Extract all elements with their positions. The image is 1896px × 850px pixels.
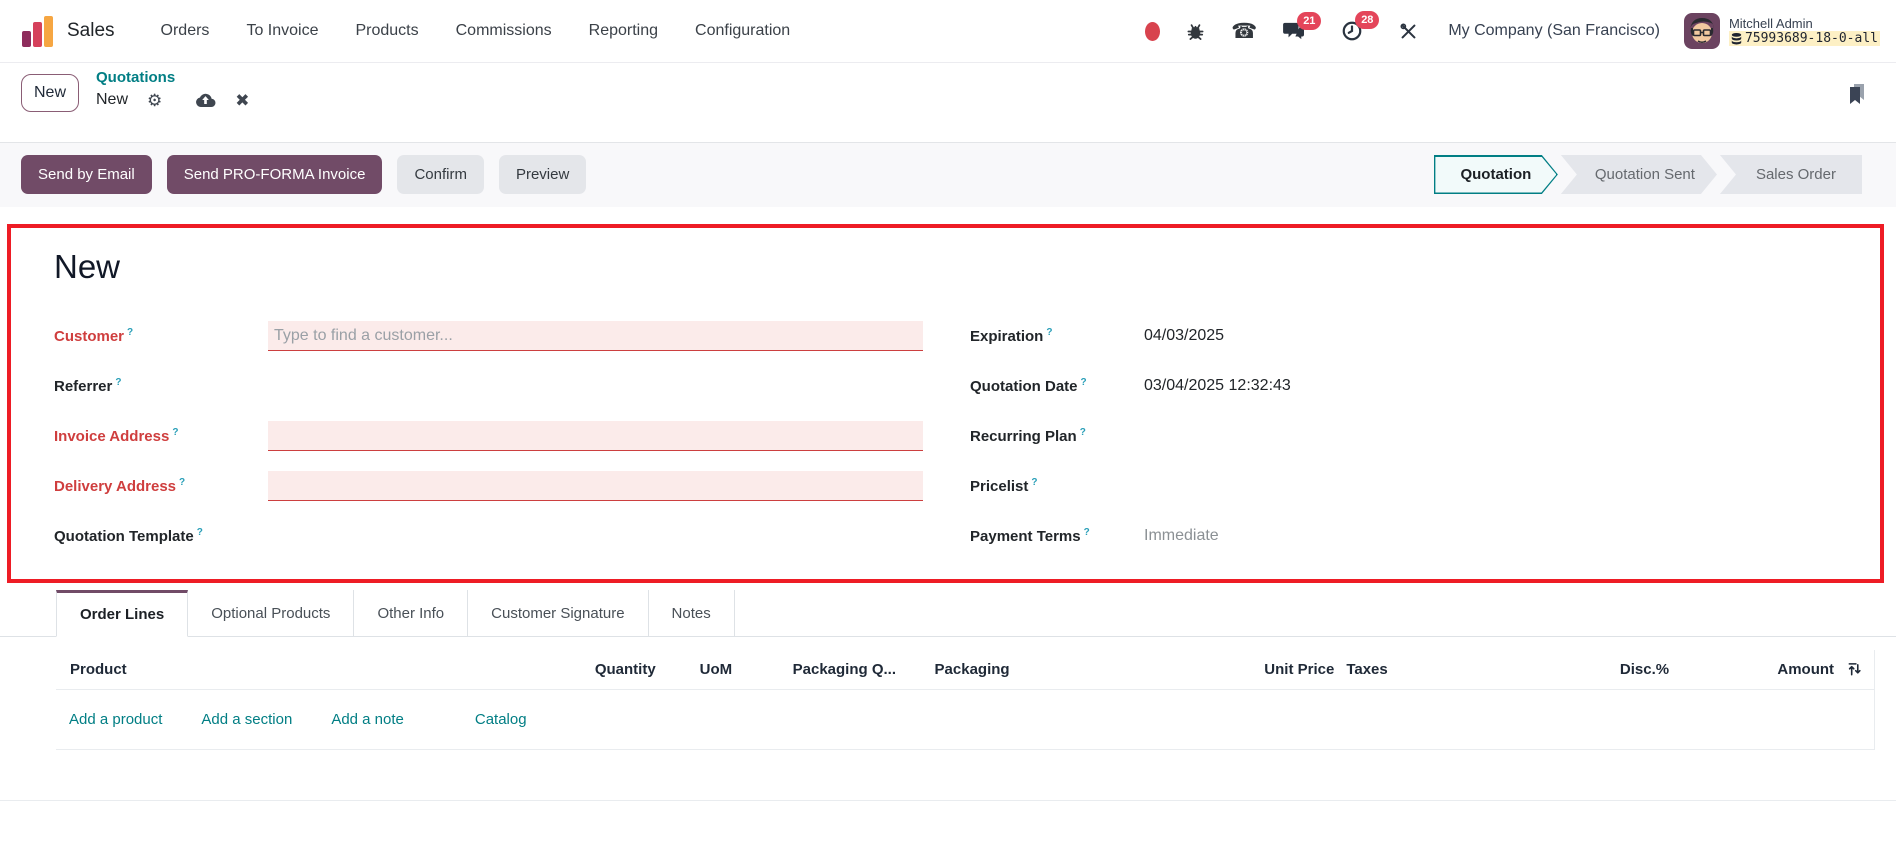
nav-item-products[interactable]: Products	[355, 22, 418, 40]
help-marker: ?	[172, 427, 179, 438]
recurring-plan-label: Recurring Plan?	[970, 427, 1086, 445]
database-icon	[1731, 32, 1742, 44]
order-lines-header: Product Quantity UoM Packaging Q... Pack…	[56, 650, 1875, 690]
send-proforma-button[interactable]: Send PRO-FORMA Invoice	[166, 155, 383, 194]
col-disc: Disc.%	[1619, 661, 1670, 678]
nav-item-commissions[interactable]: Commissions	[456, 22, 552, 40]
quotation-date-label: Quotation Date?	[970, 377, 1087, 395]
confirm-button[interactable]: Confirm	[397, 155, 484, 194]
pricelist-label: Pricelist?	[970, 477, 1038, 495]
expiration-value[interactable]: 04/03/2025	[1144, 327, 1224, 345]
app-logo-icon[interactable]	[22, 15, 53, 47]
gear-icon[interactable]: ⚙	[147, 92, 162, 109]
help-marker: ?	[115, 377, 122, 388]
referrer-label: Referrer?	[54, 377, 122, 395]
company-switcher[interactable]: My Company (San Francisco)	[1448, 22, 1660, 40]
order-lines-table: Product Quantity UoM Packaging Q... Pack…	[56, 650, 1875, 750]
payment-terms-label: Payment Terms?	[970, 527, 1090, 545]
chat-badge: 21	[1297, 12, 1322, 30]
tab-order-lines[interactable]: Order Lines	[56, 590, 189, 637]
col-amount: Amount	[1777, 661, 1835, 678]
nav-item-reporting[interactable]: Reporting	[589, 22, 658, 40]
invoice-address-input[interactable]	[268, 421, 923, 451]
quotation-template-label: Quotation Template?	[54, 527, 203, 545]
breadcrumb-current: New	[96, 91, 129, 108]
order-line-actions-row: Add a product Add a section Add a note C…	[56, 690, 1875, 750]
catalog-link[interactable]: Catalog	[475, 711, 527, 728]
help-marker: ?	[1079, 427, 1086, 438]
col-quantity: Quantity	[594, 661, 656, 678]
new-record-button[interactable]: New	[21, 74, 79, 112]
add-a-note-link[interactable]: Add a note	[331, 711, 404, 728]
activities-badge: 28	[1355, 11, 1380, 29]
nav-item-configuration[interactable]: Configuration	[695, 22, 790, 40]
col-packaging: Packaging	[934, 661, 1010, 678]
tools-icon[interactable]	[1399, 22, 1418, 41]
phone-icon[interactable]: ☎	[1231, 21, 1257, 42]
control-panel: New Quotations New ⚙ ✖	[0, 63, 1896, 143]
quotation-date-value[interactable]: 03/04/2025 12:32:43	[1144, 377, 1291, 395]
tab-optional-products[interactable]: Optional Products	[188, 590, 355, 636]
customer-input[interactable]	[268, 321, 923, 351]
add-a-section-link[interactable]: Add a section	[201, 711, 292, 728]
invoice-address-label: Invoice Address?	[54, 427, 179, 445]
customer-label: Customer?	[54, 327, 134, 345]
db-identifier: 75993689-18-0-all	[1728, 31, 1880, 46]
help-marker: ?	[1080, 377, 1087, 388]
help-marker: ?	[127, 327, 134, 338]
col-packaging-qty: Packaging Q...	[792, 661, 896, 678]
quotation-template-input[interactable]	[268, 521, 923, 551]
status-step-quotation-sent[interactable]: Quotation Sent	[1561, 155, 1717, 194]
top-navbar: Sales Orders To Invoice Products Commiss…	[0, 0, 1896, 63]
main-menu: Orders To Invoice Products Commissions R…	[161, 22, 791, 40]
page-title: New	[54, 248, 121, 285]
help-marker: ?	[179, 477, 186, 488]
help-marker: ?	[1083, 527, 1090, 538]
payment-terms-value[interactable]: Immediate	[1144, 527, 1219, 545]
col-unit-price: Unit Price	[1264, 661, 1335, 678]
save-cloud-icon[interactable]	[195, 92, 216, 108]
add-a-product-link[interactable]: Add a product	[69, 711, 162, 728]
bookmark-icon[interactable]	[1844, 81, 1870, 107]
statusbar: Quotation Quotation Sent Sales Order	[1434, 155, 1862, 194]
optional-columns-icon[interactable]	[1834, 662, 1874, 677]
recording-indicator-icon[interactable]	[1145, 21, 1161, 41]
user-name[interactable]: Mitchell Admin	[1729, 16, 1880, 31]
status-button-bar: Send by Email Send PRO-FORMA Invoice Con…	[0, 143, 1896, 207]
avatar[interactable]	[1683, 13, 1720, 49]
help-marker: ?	[1031, 477, 1038, 488]
bug-icon[interactable]	[1186, 22, 1205, 41]
status-step-quotation[interactable]: Quotation	[1434, 155, 1558, 194]
col-uom: UoM	[699, 661, 733, 678]
quotation-form-sheet: New Customer? Referrer? Invoice Address?…	[0, 207, 1896, 590]
nav-item-orders[interactable]: Orders	[161, 22, 210, 40]
nav-item-to-invoice[interactable]: To Invoice	[246, 22, 318, 40]
notebook-tabs: Order Lines Optional Products Other Info…	[0, 590, 1896, 637]
status-step-sales-order[interactable]: Sales Order	[1719, 155, 1862, 194]
app-name[interactable]: Sales	[67, 20, 115, 42]
delivery-address-input[interactable]	[268, 471, 923, 501]
discard-icon[interactable]: ✖	[235, 92, 249, 109]
chat-icon[interactable]: 21	[1283, 12, 1322, 41]
help-marker: ?	[1046, 327, 1053, 338]
breadcrumb-quotations-link[interactable]: Quotations	[96, 69, 250, 86]
tab-notes[interactable]: Notes	[649, 590, 735, 636]
referrer-input[interactable]	[268, 371, 923, 401]
preview-button[interactable]: Preview	[498, 155, 587, 194]
activities-clock-icon[interactable]: 28	[1341, 11, 1380, 42]
help-marker: ?	[196, 527, 203, 538]
send-by-email-button[interactable]: Send by Email	[21, 155, 152, 194]
col-taxes: Taxes	[1346, 661, 1388, 678]
tab-customer-signature[interactable]: Customer Signature	[468, 590, 649, 636]
tab-other-info[interactable]: Other Info	[354, 590, 469, 636]
table-empty-area	[0, 800, 1896, 850]
col-product: Product	[70, 661, 127, 678]
delivery-address-label: Delivery Address?	[54, 477, 186, 495]
expiration-label: Expiration?	[970, 327, 1053, 345]
